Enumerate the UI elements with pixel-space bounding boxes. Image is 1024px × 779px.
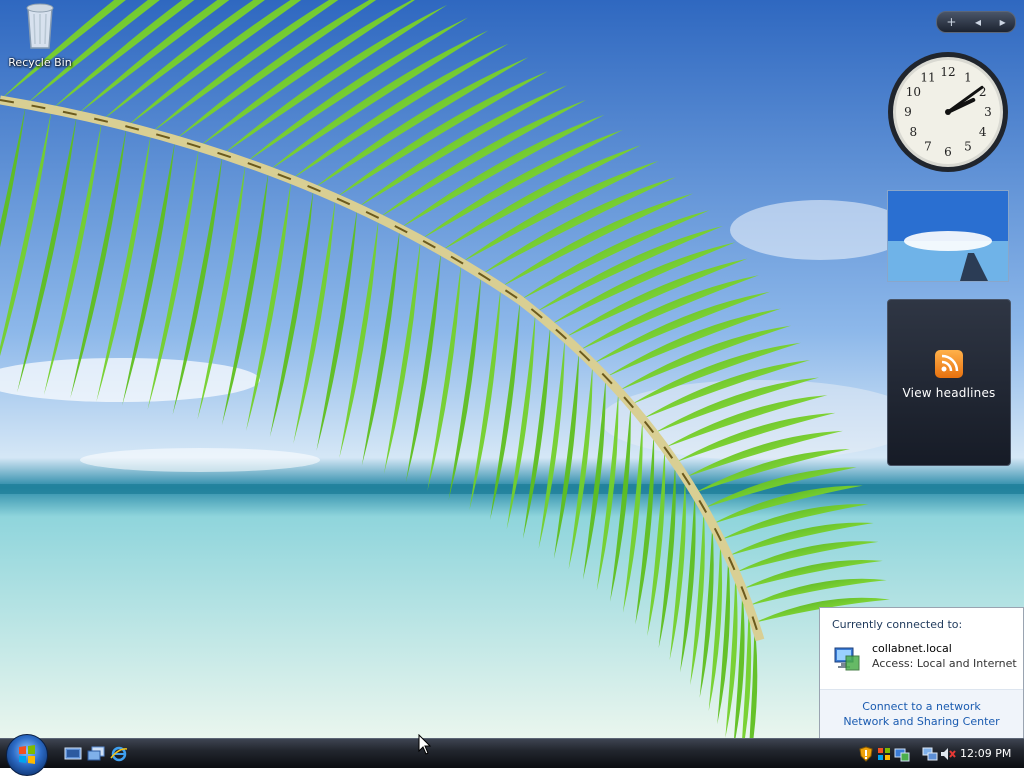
taskbar: 12:09 PM — [0, 734, 1024, 776]
show-desktop-icon[interactable] — [64, 746, 82, 762]
slideshow-image — [888, 191, 1008, 281]
internet-explorer-icon[interactable] — [110, 746, 128, 762]
connect-to-network-link[interactable]: Connect to a network — [820, 699, 1023, 714]
network-status-popup: Currently connected to: collabnet.local … — [819, 607, 1024, 738]
start-button[interactable] — [6, 734, 48, 776]
clock-number: 8 — [910, 125, 918, 139]
feed-headlines-gadget[interactable]: View headlines — [887, 299, 1011, 466]
popup-footer: Connect to a network Network and Sharing… — [820, 689, 1023, 738]
recycle-bin-label: Recycle Bin — [8, 56, 72, 69]
rss-icon — [935, 350, 963, 378]
clock-number: 9 — [904, 105, 912, 119]
clock-number: 11 — [920, 70, 935, 84]
clock-number: 6 — [944, 145, 952, 159]
sidebar-prev-button[interactable]: ◂ — [975, 15, 981, 29]
mouse-cursor-icon — [418, 734, 432, 755]
view-headlines-label: View headlines — [902, 386, 996, 400]
taskbar-clock[interactable]: 12:09 PM — [960, 747, 1011, 760]
speaker-muted-icon[interactable] — [940, 746, 956, 762]
clock-number: 3 — [984, 105, 992, 119]
recycle-bin-icon — [26, 3, 54, 49]
security-shield-icon[interactable] — [858, 746, 874, 762]
desktop[interactable]: Recycle Bin + ◂ ▸ 12 1 2 3 4 5 6 7 8 9 10 11 — [0, 0, 1024, 738]
add-gadget-button[interactable]: + — [946, 15, 956, 29]
slideshow-gadget[interactable] — [887, 190, 1009, 282]
clock-number: 4 — [979, 125, 987, 139]
windows-update-icon[interactable] — [876, 746, 892, 762]
network-connections-icon[interactable] — [922, 746, 938, 762]
windows-logo-icon — [19, 745, 35, 764]
sidebar-next-button[interactable]: ▸ — [1000, 15, 1006, 29]
switch-windows-icon[interactable] — [87, 746, 105, 762]
popup-heading: Currently connected to: — [832, 618, 963, 631]
network-sharing-center-link[interactable]: Network and Sharing Center — [820, 714, 1023, 729]
connection-name: collabnet.local — [872, 642, 952, 655]
sidebar-controls: + ◂ ▸ — [936, 11, 1016, 33]
clock-number: 5 — [964, 140, 972, 154]
clock-number: 12 — [940, 65, 955, 79]
clock-number: 10 — [906, 85, 921, 99]
clock-number: 7 — [924, 140, 932, 154]
connection-access: Access: Local and Internet — [872, 657, 1017, 670]
clock-gadget[interactable]: 12 1234567891011 — [886, 50, 1010, 174]
network-icon[interactable] — [894, 746, 910, 762]
recycle-bin-shortcut[interactable]: Recycle Bin — [4, 2, 76, 69]
network-computer-icon — [834, 647, 860, 671]
clock-number: 1 — [964, 70, 972, 84]
